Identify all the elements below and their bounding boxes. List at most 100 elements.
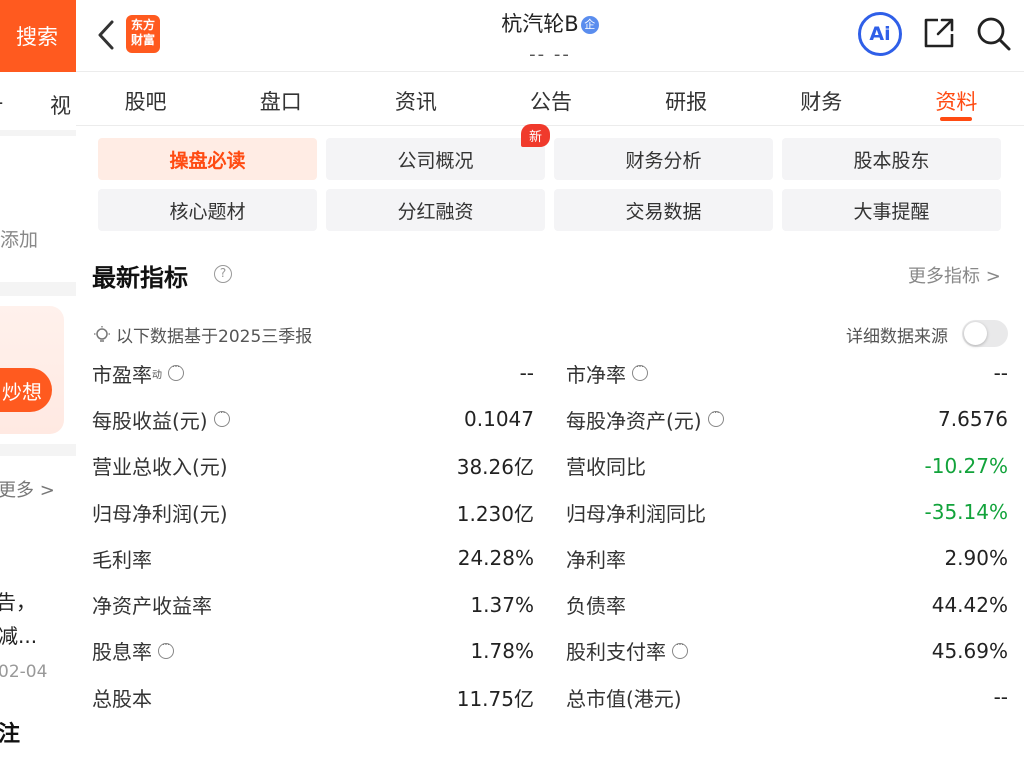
tab-finance[interactable]: 财务 (754, 72, 889, 125)
more-indicators-link[interactable]: 更多指标 > (908, 262, 1001, 288)
more-info-icon[interactable] (213, 406, 230, 428)
subnav-label: 公司概况 (397, 149, 474, 172)
metric-row-eps: 每股收益(元) 0.1047 (92, 396, 534, 442)
metric-value: 44.42% (931, 592, 1008, 617)
metric-label: 营业总收入(元) (92, 455, 228, 480)
metric-row-revenue-yoy: 营收同比 -10.27% (566, 443, 1008, 489)
stock-title: 杭汽轮B (501, 12, 579, 36)
tab-news[interactable]: 资讯 (348, 72, 483, 125)
add-link[interactable]: 添加 (0, 225, 38, 252)
tab-guba[interactable]: 股吧 (78, 72, 213, 125)
background-tabstrip: - 视 (0, 72, 76, 130)
metric-label: 营收同比 (566, 455, 646, 480)
metric-label: 负债率 (566, 594, 626, 619)
ai-assistant-icon[interactable]: Ai (858, 12, 902, 56)
tab-pankou[interactable]: 盘口 (213, 72, 348, 125)
metric-value: 11.75亿 (456, 686, 534, 711)
background-news-line[interactable]: 告， (0, 586, 36, 615)
metric-label-text: 市净率 (566, 362, 626, 387)
metric-row-payout-ratio: 股利支付率 45.69% (566, 628, 1008, 674)
metric-value: 38.26亿 (456, 455, 534, 480)
metric-label: 股利支付率 (566, 636, 688, 665)
metric-label: 市净率 (566, 359, 648, 388)
share-icon[interactable] (922, 16, 956, 50)
metric-value: 2.90% (944, 546, 1008, 571)
subnav-label: 分红融资 (397, 200, 474, 223)
metric-row-gross-margin: 毛利率 24.28% (92, 535, 534, 581)
subnav-company-overview[interactable]: 公司概况 新 (326, 124, 550, 180)
stock-tabs: 股吧 盘口 资讯 公告 研报 财务 资料 (76, 72, 1024, 126)
subnav-label: 大事提醒 (853, 200, 930, 223)
toggle-knob (964, 322, 987, 345)
search-icon[interactable] (976, 16, 1012, 52)
metric-value: 7.6576 (938, 407, 1008, 432)
metric-label: 毛利率 (92, 547, 152, 572)
metric-value: 24.28% (457, 546, 534, 571)
subnav-label: 股本股东 (853, 149, 930, 172)
metric-value: 45.69% (931, 638, 1008, 663)
metric-sup: 动 (152, 369, 162, 381)
data-source-label: 详细数据来源 (846, 327, 948, 347)
metric-label: 净利率 (566, 547, 626, 572)
stock-header: 东方财富 杭汽轮B 企 -- -- Ai (76, 0, 1024, 72)
metric-label: 净资产收益率 (92, 594, 212, 619)
stock-price-placeholder: -- -- (529, 44, 571, 65)
metric-label: 每股收益(元) (92, 405, 230, 434)
subnav-trading-data[interactable]: 交易数据 (554, 189, 773, 231)
more-info-icon[interactable] (632, 360, 648, 382)
subnav-events[interactable]: 大事提醒 (782, 189, 1001, 231)
metric-row-pe: 市盈率动 -- (92, 350, 534, 396)
metric-label: 归母净利润(元) (92, 501, 228, 526)
app-logo: 东方财富 (126, 15, 160, 53)
new-badge: 新 (520, 124, 550, 147)
metric-row-roe: 净资产收益率 1.37% (92, 581, 534, 627)
metric-value: 1.37% (470, 592, 534, 617)
subnav-shareholders[interactable]: 股本股东 (782, 138, 1001, 180)
metric-label-text: 股息率 (92, 640, 152, 665)
background-tab-cut[interactable]: - (0, 90, 3, 114)
more-info-icon[interactable] (168, 360, 184, 382)
background-panel: 搜索 - 视 添加 炒想 更多 > 告， 减... 02-04 注 (0, 0, 76, 768)
subnav-dividends-financing[interactable]: 分红融资 (326, 189, 545, 231)
background-news-date: 02-04 (0, 662, 48, 682)
metric-row-net-margin: 净利率 2.90% (566, 535, 1008, 581)
metric-row-total-shares: 总股本 11.75亿 (92, 674, 534, 720)
metric-value: -10.27% (924, 453, 1008, 478)
metric-label: 总股本 (92, 686, 152, 711)
subnav-core-themes[interactable]: 核心题材 (98, 189, 317, 231)
subnav-label: 财务分析 (625, 149, 702, 172)
background-section (0, 136, 76, 282)
metric-label: 归母净利润同比 (566, 501, 706, 526)
metric-row-pb: 市净率 -- (566, 350, 1008, 396)
data-source-toggle[interactable] (962, 320, 1008, 347)
metric-row-market-cap: 总市值(港元) -- (566, 674, 1008, 720)
back-icon[interactable] (94, 18, 118, 52)
subnav-financial-analysis[interactable]: 财务分析 (554, 138, 773, 180)
metric-label: 总市值(港元) (566, 686, 682, 711)
metric-row-revenue: 营业总收入(元) 38.26亿 (92, 443, 534, 489)
more-info-icon[interactable] (158, 638, 174, 659)
metric-row-dividend-yield: 股息率 1.78% (92, 628, 534, 674)
background-pill-button[interactable]: 炒想 (0, 368, 52, 412)
more-info-icon[interactable] (672, 638, 688, 659)
search-button[interactable]: 搜索 (0, 0, 76, 72)
background-more-link[interactable]: 更多 > (0, 476, 55, 502)
tab-research[interactable]: 研报 (619, 72, 754, 125)
tab-profile[interactable]: 资料 (889, 72, 1024, 125)
background-news-line[interactable]: 减... (0, 620, 37, 649)
metric-label-text: 股利支付率 (566, 640, 666, 665)
data-basis-text: 以下数据基于2025三季报 (116, 327, 313, 347)
subnav-label: 核心题材 (169, 200, 246, 223)
background-tab-video[interactable]: 视 (50, 90, 71, 120)
lightbulb-icon (94, 325, 110, 342)
metric-row-net-profit-yoy: 归母净利润同比 -35.14% (566, 489, 1008, 535)
tab-announcements[interactable]: 公告 (483, 72, 618, 125)
metric-row-net-profit: 归母净利润(元) 1.230亿 (92, 489, 534, 535)
metric-value: -35.14% (924, 500, 1008, 525)
help-icon[interactable]: ? (214, 265, 232, 283)
data-basis-note: 以下数据基于2025三季报 (92, 322, 312, 347)
more-info-icon[interactable] (707, 406, 724, 428)
metric-label: 市盈率动 (92, 359, 184, 388)
metrics-right-column: 市净率 -- 每股净资产(元) 7.6576 营收同比 -10.27% 归母净利… (566, 350, 1008, 720)
subnav-trading-must-read[interactable]: 操盘必读 (98, 138, 317, 180)
